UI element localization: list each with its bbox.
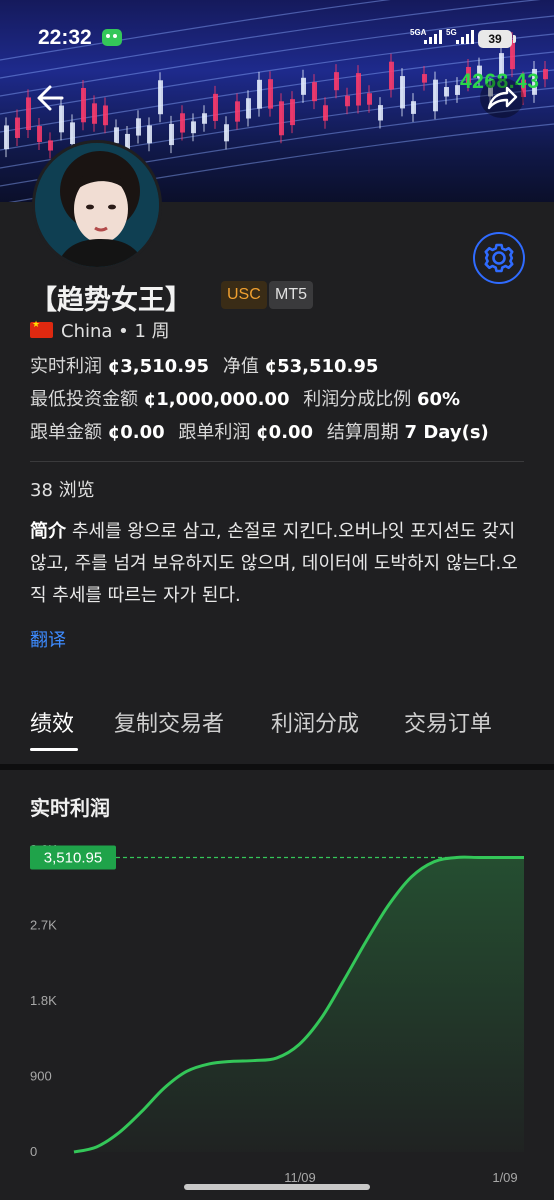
banner-candle [334,72,339,91]
banner-candle [235,101,240,122]
banner-candle [81,87,86,123]
banner-candle [103,105,108,126]
section-divider [30,461,524,462]
y-tick-label: 2.7K [30,918,57,933]
tab-copy-traders[interactable]: 复制交易者 [114,706,224,738]
banner-candle [26,97,31,131]
banner-candle [147,125,152,144]
realtime-profit-chart[interactable]: 09001.8K2.7K3.6K3,510.9511/091/09 [0,830,554,1200]
share-ratio-value: 60% [416,389,461,410]
banner-candle [400,76,405,109]
banner-candle [257,79,262,109]
share-ratio-label: 利润分成比例 [303,389,412,410]
banner-candle [158,80,163,115]
bio-label: 简介 [30,521,66,542]
banner-candle [114,127,119,144]
status-time: 22:32 [38,26,92,49]
location-text: China • 1 周 [61,321,170,342]
status-bar: 22:32 5GA 5G 39 [0,0,554,72]
bio-text: 추세를 왕으로 삼고, 손절로 지킨다.오버나잇 포지션도 갖지 않고, 주를 … [30,521,518,606]
tab-profit-share[interactable]: 利润分成 [271,706,359,738]
copy-profit-label: 跟单利润 [178,422,251,443]
stats-row-1: 实时利润 ¢3,510.95 净值 ¢53,510.95 [30,352,386,378]
battery-icon: 39 [478,30,516,48]
tab-trade-orders[interactable]: 交易订单 [404,706,492,738]
settle-period-value: 7 Day(s) [404,422,489,443]
banner-candle [301,77,306,95]
realtime-profit-label: 实时利润 [30,356,102,377]
y-tick-label: 0 [30,1144,37,1159]
stats-row-3: 跟单金额 ¢0.00 跟单利润 ¢0.00 结算周期 7 Day(s) [30,418,497,444]
trader-avatar [32,140,162,270]
x-tick-label: 11/09 [284,1170,316,1185]
banner-candle [312,82,317,102]
banner-candle [92,103,97,124]
x-tick-label: 1/09 [492,1170,517,1185]
back-arrow-icon[interactable] [32,80,72,116]
active-tab-indicator [30,748,78,751]
banner-candle [279,101,284,136]
view-count: 38 浏览 [30,480,95,501]
stats-row-2: 最低投资金额 ¢1,000,000.00 利润分成比例 60% [30,385,468,411]
net-value-value: ¢53,510.95 [264,356,379,377]
banner-candle [191,121,196,134]
trader-name: 【趋势女王】 [30,285,192,316]
profit-area-fill [74,857,524,1152]
banner-candle [323,105,328,121]
min-invest-label: 最低投资金额 [30,389,138,410]
banner-candle [290,99,295,126]
banner-candle [411,101,416,114]
account-type-badge: USC [221,281,267,309]
banner-candle [213,93,218,121]
signal-icon [424,30,442,44]
banner-candle [268,79,273,109]
banner-candle [356,73,361,106]
current-value-label: 3,510.95 [44,849,102,866]
home-indicator[interactable] [184,1184,370,1190]
translate-link[interactable]: 翻译 [30,626,66,652]
banner-candle [444,87,449,97]
copy-profit-value: ¢0.00 [256,422,314,443]
tab-performance[interactable]: 绩效 [30,706,74,738]
tab-bar: 绩效 复制交易者 利润分成 交易订单 [0,706,554,762]
net-value-label: 净值 [222,356,259,377]
signal-icon-2 [456,30,474,44]
banner-candle [15,117,20,138]
banner-candle [422,74,427,83]
realtime-profit-value: ¢3,510.95 [107,356,210,377]
banner-candle [180,113,185,133]
y-tick-label: 1.8K [30,993,57,1008]
copy-amount-value: ¢0.00 [107,422,165,443]
banner-candle [48,140,53,151]
share-icon[interactable] [480,78,524,118]
china-flag-icon [30,320,53,338]
min-invest-value: ¢1,000,000.00 [143,389,290,410]
y-tick-label: 900 [30,1069,52,1084]
banner-candle [367,93,372,105]
chart-title: 实时利润 [30,796,110,820]
banner-candle [136,118,141,136]
settings-gear-icon[interactable] [473,232,525,284]
platform-badge: MT5 [269,281,313,309]
banner-candle [202,113,207,124]
banner-candle [378,105,383,121]
banner-candle [4,125,9,150]
profit-chart-card: 实时利润 09001.8K2.7K3.6K3,510.9511/091/09 [0,770,554,1200]
copy-amount-label: 跟单金额 [30,422,102,443]
banner-candle [433,79,438,112]
trader-location: China • 1 周 [30,317,170,343]
banner-candle [246,98,251,119]
wechat-notification-icon [102,29,122,46]
trader-bio: 简介 추세를 왕으로 삼고, 손절로 지킨다.오버나잇 포지션도 갖지 않고, 주… [30,516,526,612]
banner-candle [345,95,350,107]
banner-candle [37,126,42,142]
settle-period-label: 结算周期 [326,422,399,443]
banner-candle [169,123,174,146]
banner-candle [224,124,229,142]
banner-candle [70,122,75,145]
